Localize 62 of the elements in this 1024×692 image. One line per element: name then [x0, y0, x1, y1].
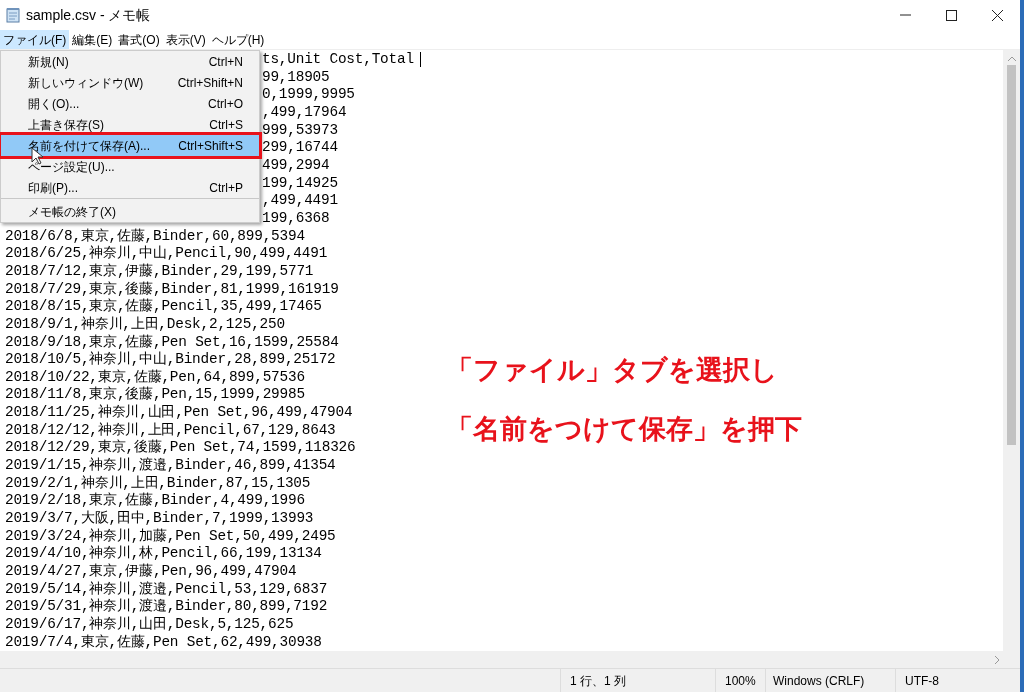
- text-line: 2018/10/22,東京,佐藤,Pen,64,899,57536: [5, 368, 305, 386]
- text-line: 2018/7/29,東京,後藤,Binder,81,1999,161919: [5, 280, 339, 298]
- annotation-text: 「ファイル」タブを選択し: [446, 354, 779, 387]
- text-line: 2019/3/7,大阪,田中,Binder,7,1999,13993: [5, 510, 314, 528]
- scrollbar-thumb[interactable]: [1007, 65, 1016, 445]
- text-line: 2019/5/14,神奈川,渡邉,Pencil,53,129,6837: [5, 580, 328, 598]
- text-line: 2019/6/17,神奈川,山田,Desk,5,125,625: [5, 616, 294, 634]
- menu-bar-item[interactable]: 編集(E): [69, 30, 116, 49]
- menu-bar-item[interactable]: ヘルプ(H): [208, 30, 268, 49]
- text-line: 199,6368: [262, 209, 330, 228]
- text-line: 2019/7/4,東京,佐藤,Pen Set,62,499,30938: [5, 633, 322, 651]
- vertical-scrollbar[interactable]: [1003, 50, 1020, 651]
- window-title: sample.csv - メモ帳: [26, 5, 151, 25]
- line-ending: Windows (CRLF): [766, 669, 896, 692]
- text-line: 0,1999,9995: [262, 86, 355, 104]
- minimize-icon: [899, 14, 911, 16]
- text-line: 2018/11/25,神奈川,山田,Pen Set,96,499,47904: [5, 404, 353, 422]
- text-line: 999,53973: [262, 121, 338, 140]
- text-line: 2018/7/12,東京,伊藤,Binder,29,199,5771: [5, 262, 314, 281]
- zoom-level: 100%: [716, 669, 766, 692]
- text-line: 199,14925: [262, 174, 338, 193]
- notepad-icon: [6, 7, 20, 23]
- maximize-icon: [945, 9, 957, 21]
- scroll-up-icon[interactable]: [1007, 56, 1016, 61]
- close-icon: [991, 9, 1003, 21]
- encoding: UTF-8: [904, 672, 939, 690]
- menu-item[interactable]: 上書き保存(S) Ctrl+S: [1, 114, 259, 135]
- text-line: 2018/9/18,東京,佐藤,Pen Set,16,1599,25584: [5, 333, 339, 351]
- text-line: ,499,4491: [262, 192, 338, 210]
- text-line: 2018/9/1,神奈川,上田,Desk,2,125,250: [5, 315, 285, 334]
- menu-bar-item[interactable]: ファイル(F): [0, 30, 70, 49]
- text-line: 2019/1/15,神奈川,渡邉,Binder,46,899,41354: [5, 457, 336, 475]
- text-line: 299,16744: [262, 139, 338, 157]
- menu-bar-item[interactable]: 表示(V): [162, 30, 209, 49]
- text-line: 2018/12/12,神奈川,上田,Pencil,67,129,8643: [5, 421, 336, 439]
- text-line: 2019/2/1,神奈川,上田,Binder,87,15,1305: [5, 474, 311, 492]
- text-line: 2018/11/8,東京,後藤,Pen,15,1999,29985: [5, 386, 305, 404]
- text-line: 2019/2/18,東京,佐藤,Binder,4,499,1996: [5, 492, 305, 510]
- text-line: 2019/5/31,神奈川,渡邉,Binder,80,899,7192: [5, 598, 328, 616]
- text-cursor: [419, 52, 421, 68]
- menu-item[interactable]: 新規(N) Ctrl+N: [1, 51, 259, 72]
- menu-item[interactable]: 新しいウィンドウ(W) Ctrl+Shift+N: [1, 72, 259, 93]
- text-line: 99,18905: [262, 68, 330, 87]
- annotation-text: 「名前をつけて保存」を押下: [446, 412, 802, 446]
- text-line: 499,2994: [262, 156, 330, 175]
- menu-item[interactable]: ページ設定(U)...: [1, 156, 259, 177]
- text-line: 2018/10/5,神奈川,中山,Binder,28,899,25172: [5, 351, 336, 369]
- text-line: 2019/3/24,神奈川,加藤,Pen Set,50,499,2495: [5, 527, 336, 545]
- text-line: ,499,17964: [262, 103, 347, 122]
- text-line: 2018/6/8,東京,佐藤,Binder,60,899,5394: [5, 227, 305, 245]
- text-line: ts,Unit Cost,Total: [262, 51, 414, 69]
- menu-item[interactable]: 開く(O)... Ctrl+O: [1, 93, 259, 114]
- text-line: 2019/4/27,東京,伊藤,Pen,96,499,47904: [5, 563, 297, 581]
- text-line: 2018/6/25,神奈川,中山,Pencil,90,499,4491: [5, 245, 328, 263]
- menu-bar-item[interactable]: 書式(O): [115, 30, 163, 49]
- menu-item[interactable]: 印刷(P)... Ctrl+P: [1, 177, 259, 198]
- text-line: 2018/8/15,東京,佐藤,Pencil,35,499,17465: [5, 298, 322, 316]
- cursor-position: 1 行、1 列: [561, 669, 716, 692]
- menu-item[interactable]: メモ帳の終了(X): [1, 198, 259, 222]
- text-line: 2018/12/29,東京,後藤,Pen Set,74,1599,118326: [5, 439, 356, 457]
- text-line: 2019/4/10,神奈川,林,Pencil,66,199,13134: [5, 545, 322, 563]
- scroll-right-icon[interactable]: [995, 655, 1000, 664]
